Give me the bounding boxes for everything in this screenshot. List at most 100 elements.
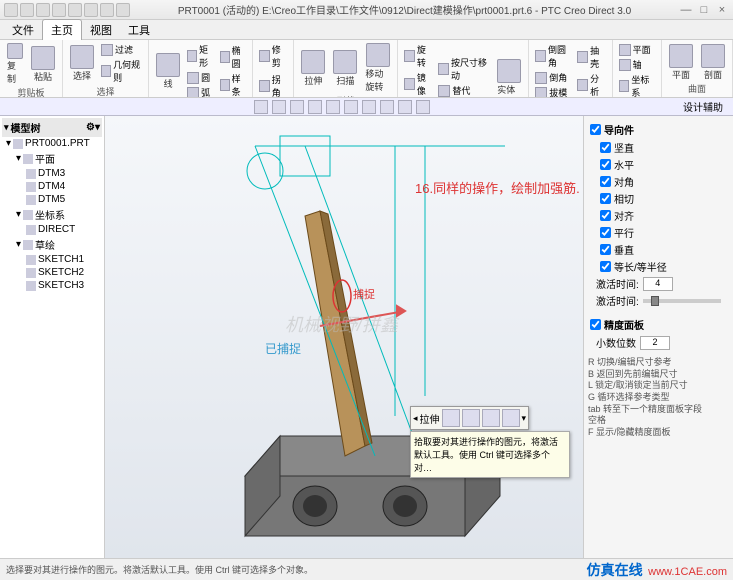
redo-icon[interactable] <box>68 3 82 17</box>
tree-sketches[interactable]: ▾草绘 <box>2 236 102 253</box>
watermark: 机械视野/拼鑫 <box>285 311 398 337</box>
hidden-icon[interactable] <box>362 100 376 114</box>
mini-opt1-icon[interactable] <box>462 409 480 427</box>
movedim-button[interactable]: 按尺寸移动 <box>436 55 492 83</box>
tree-root[interactable]: ▾PRT0001.PRT <box>2 137 102 150</box>
graphics-viewport[interactable]: 16.同样的操作，绘制加强筋. 捕捉 已捕捉 机械视野/拼鑫 ◂ 拉伸 ▾ 拾取… <box>105 116 583 558</box>
tree-csys[interactable]: ▾坐标系 <box>2 206 102 223</box>
mirror-button[interactable]: 镜像 <box>402 70 434 98</box>
qat-more-icon[interactable] <box>116 3 130 17</box>
nohidden-icon[interactable] <box>380 100 394 114</box>
menu-bar: 文件 主页 视图 工具 <box>0 20 733 40</box>
chamfer-button[interactable]: 倒角 <box>533 70 573 85</box>
zoomout-icon[interactable] <box>290 100 304 114</box>
brand-logo: 仿真在线 <box>587 562 643 578</box>
rotate-button[interactable]: 旋转 <box>402 42 434 70</box>
decimals-spinner[interactable]: 2 <box>640 336 670 350</box>
zoomin-icon[interactable] <box>272 100 286 114</box>
line-button[interactable]: 线 <box>153 52 183 91</box>
snap-label: 捕捉 <box>353 286 375 302</box>
wireframe-icon[interactable] <box>344 100 358 114</box>
round-button[interactable]: 倒圆角 <box>533 42 573 70</box>
precision-header[interactable]: 精度面板 <box>588 315 729 334</box>
mini-extrude-icon[interactable] <box>442 409 460 427</box>
shell-button[interactable]: 抽壳 <box>575 43 607 71</box>
mini-opt3-icon[interactable] <box>502 409 520 427</box>
chk-vertical[interactable]: 坚直 <box>588 139 729 156</box>
chk-diagonal[interactable]: 对角 <box>588 173 729 190</box>
shade-icon[interactable] <box>326 100 340 114</box>
tree-dtm5[interactable]: DTM5 <box>2 193 102 206</box>
view-toolbar: 设计辅助 <box>0 98 733 116</box>
save-icon[interactable] <box>36 3 50 17</box>
chk-tangent[interactable]: 相切 <box>588 190 729 207</box>
datum-csys-button[interactable]: 坐标系 <box>617 72 657 98</box>
solidify-button[interactable]: 实体化 <box>494 58 524 98</box>
chk-equal[interactable]: 等长/等半径 <box>588 258 729 275</box>
savedview-icon[interactable] <box>416 100 430 114</box>
close-win-icon[interactable] <box>100 3 114 17</box>
substitute-button[interactable]: 替代 <box>436 83 492 98</box>
surf-section-button[interactable]: 剖面 <box>698 43 728 82</box>
mini-opt2-icon[interactable] <box>482 409 500 427</box>
delay-slider[interactable] <box>643 299 721 303</box>
chk-horizontal[interactable]: 水平 <box>588 156 729 173</box>
chk-parallel[interactable]: 平行 <box>588 224 729 241</box>
tutorial-annotation: 16.同样的操作，绘制加强筋. <box>415 178 580 197</box>
revolve-button[interactable]: 移动旋转 <box>362 42 393 94</box>
regen-icon[interactable] <box>84 3 98 17</box>
tree-dtm3[interactable]: DTM3 <box>2 167 102 180</box>
sweep-button[interactable]: 扫描 <box>330 49 360 88</box>
undo-icon[interactable] <box>52 3 66 17</box>
chk-align[interactable]: 对齐 <box>588 207 729 224</box>
tree-datum-planes[interactable]: ▾平面 <box>2 150 102 167</box>
filter-button[interactable]: 过滤 <box>99 42 144 57</box>
ribbon-group-engineering: 倒圆角 倒角 拔模 抽壳 分析 工程 <box>529 40 612 97</box>
datum-plane-button[interactable]: 平面 <box>617 42 657 57</box>
select-button[interactable]: 选择 <box>67 44 97 83</box>
tree-sketch2[interactable]: SKETCH2 <box>2 266 102 279</box>
decimals-row: 小数位数 2 <box>588 334 729 351</box>
ribbon-group-datum: 平面 轴 坐标系 基准 <box>613 40 662 97</box>
delay-spinner[interactable]: 4 <box>643 277 673 291</box>
repaint-icon[interactable] <box>308 100 322 114</box>
datum-axis-button[interactable]: 轴 <box>617 57 657 72</box>
ellipse-button[interactable]: 椭圆 <box>218 43 249 71</box>
open-icon[interactable] <box>20 3 34 17</box>
circle-button[interactable]: 圆 <box>185 70 216 85</box>
tab-view[interactable]: 视图 <box>82 20 120 40</box>
geomrule-button[interactable]: 几何规则 <box>99 57 144 85</box>
model-tree[interactable]: ▾模型树 ⚙▾ ▾PRT0001.PRT ▾平面 DTM3 DTM4 DTM5 … <box>0 116 105 558</box>
persp-icon[interactable] <box>398 100 412 114</box>
rect-button[interactable]: 矩形 <box>185 42 216 70</box>
tab-file[interactable]: 文件 <box>4 20 42 40</box>
close-icon[interactable]: × <box>715 3 729 17</box>
tree-dtm4[interactable]: DTM4 <box>2 180 102 193</box>
arc-button[interactable]: 弧 <box>185 85 216 98</box>
extrude-button[interactable]: 拉伸 <box>298 49 328 88</box>
quick-access-toolbar <box>4 3 130 17</box>
maximize-icon[interactable]: □ <box>697 3 711 17</box>
corner-button[interactable]: 拐角 <box>257 72 289 98</box>
analyze-button[interactable]: 分析 <box>575 71 607 98</box>
ribbon: 复制 粘贴 剪贴板 选择 过滤 几何规则 选择 线 矩形 圆 弧 椭圆 样条 <box>0 40 733 98</box>
trim-button[interactable]: 修剪 <box>257 42 289 70</box>
minimize-icon[interactable]: — <box>679 3 693 17</box>
chk-perp[interactable]: 垂直 <box>588 241 729 258</box>
tree-direct[interactable]: DIRECT <box>2 223 102 236</box>
surf-flat-button[interactable]: 平面 <box>666 43 696 82</box>
status-bar: 选择要对其进行操作的图元。将激活默认工具。使用 Ctrl 键可选择多个对象。 仿… <box>0 558 733 580</box>
guide-section-header[interactable]: 导向件 <box>588 120 729 139</box>
tree-sketch1[interactable]: SKETCH1 <box>2 253 102 266</box>
draft-button[interactable]: 拔模 <box>533 85 573 98</box>
tooltip: 拾取要对其进行操作的图元，将激活默认工具。使用 Ctrl 键可选择多个对… <box>410 431 570 478</box>
tree-sketch3[interactable]: SKETCH3 <box>2 279 102 292</box>
tab-home[interactable]: 主页 <box>42 19 82 40</box>
mini-toolbar[interactable]: ◂ 拉伸 ▾ <box>410 406 529 430</box>
refit-icon[interactable] <box>254 100 268 114</box>
paste-button[interactable]: 粘贴 <box>28 45 58 84</box>
tab-tools[interactable]: 工具 <box>120 20 158 40</box>
copy-button[interactable]: 复制 <box>4 42 26 86</box>
spline-button[interactable]: 样条 <box>218 71 249 98</box>
new-icon[interactable] <box>4 3 18 17</box>
